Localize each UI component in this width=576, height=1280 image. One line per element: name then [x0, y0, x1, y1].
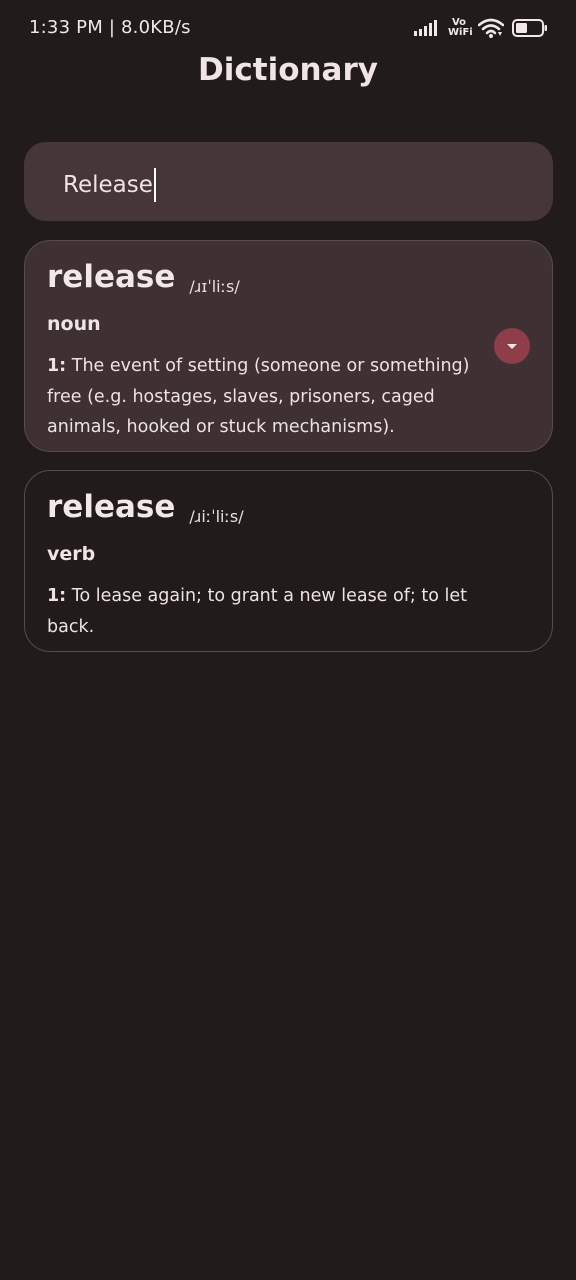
expand-button[interactable]	[494, 328, 530, 364]
result-card-noun[interactable]: release /ɹɪˈliːs/ noun 1: The event of s…	[24, 240, 553, 452]
definition-number: 1:	[47, 586, 67, 606]
definition-body: The event of setting (someone or somethi…	[47, 356, 470, 437]
text-caret	[153, 168, 156, 202]
result-card-verb[interactable]: release /ɹiːˈliːs/ verb 1: To lease agai…	[24, 470, 553, 652]
result-phonetic: /ɹiːˈliːs/	[189, 507, 244, 526]
status-bar: 1:33 PM | 8.0KB/s Vo WiFi	[0, 0, 576, 56]
signal-icon	[414, 20, 437, 36]
part-of-speech: noun	[47, 313, 101, 335]
definition-number: 1:	[47, 356, 67, 376]
result-phonetic: /ɹɪˈliːs/	[189, 277, 240, 296]
chevron-down-icon	[507, 344, 517, 349]
part-of-speech: verb	[47, 543, 96, 565]
page-title: Dictionary	[198, 52, 378, 88]
definition-body: To lease again; to grant a new lease of;…	[47, 586, 467, 637]
search-box[interactable]: Release	[24, 142, 553, 221]
result-word: release	[47, 259, 176, 295]
wifi-icon	[478, 18, 504, 38]
result-word: release	[47, 489, 176, 525]
search-input-value: Release	[63, 172, 153, 198]
battery-icon	[512, 19, 547, 37]
status-icons: Vo WiFi	[414, 16, 548, 40]
search-input[interactable]: Release	[63, 168, 156, 202]
vowifi-label: Vo WiFi	[448, 18, 473, 38]
vowifi-line2: WiFi	[448, 27, 473, 38]
definition-text: 1: The event of setting (someone or some…	[47, 351, 477, 443]
status-time-speed: 1:33 PM | 8.0KB/s	[29, 17, 191, 38]
word-header: release /ɹiːˈliːs/	[47, 487, 244, 527]
definition-text: 1: To lease again; to grant a new lease …	[47, 581, 487, 642]
word-header: release /ɹɪˈliːs/	[47, 257, 240, 297]
